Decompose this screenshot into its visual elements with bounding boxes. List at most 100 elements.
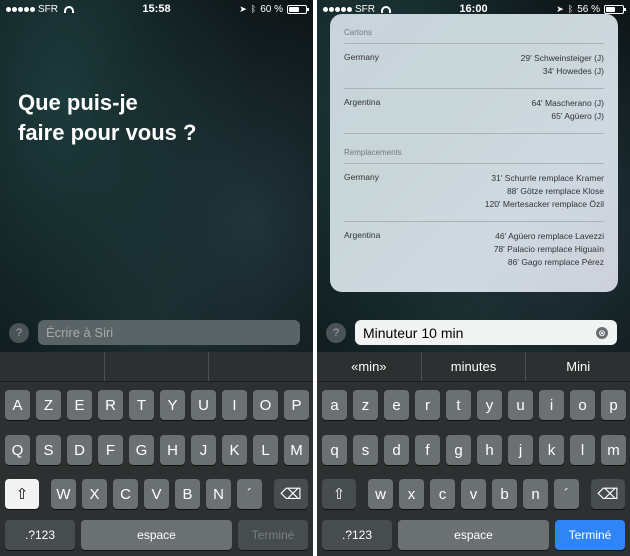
- numbers-key[interactable]: .?123: [5, 520, 75, 550]
- key-m[interactable]: m: [601, 435, 626, 465]
- key-h[interactable]: H: [160, 435, 185, 465]
- siri-input-row: ?: [0, 318, 313, 348]
- team-name: Germany: [344, 52, 379, 62]
- key-y[interactable]: Y: [160, 390, 185, 420]
- event-item: 88' Götze remplace Klose: [506, 186, 604, 196]
- siri-screen-2: SFR 16:00 ➤ ᛒ 56 % Cartons Germany 29' S…: [317, 0, 630, 556]
- key-o[interactable]: O: [253, 390, 278, 420]
- key-d[interactable]: d: [384, 435, 409, 465]
- delete-key[interactable]: ⌫: [274, 479, 308, 509]
- event-item: 78' Palacio remplace Higuaín: [493, 244, 604, 254]
- key-l[interactable]: L: [253, 435, 278, 465]
- key-b[interactable]: b: [492, 479, 517, 509]
- key-row-1: A Z E R T Y U I O P: [0, 390, 313, 420]
- numbers-key[interactable]: .?123: [322, 520, 392, 550]
- key-c[interactable]: C: [113, 479, 138, 509]
- key-w[interactable]: w: [368, 479, 393, 509]
- key-f[interactable]: F: [98, 435, 123, 465]
- key-row-4: .?123 espace Terminé: [0, 520, 313, 550]
- key-d[interactable]: D: [67, 435, 92, 465]
- key-b[interactable]: B: [175, 479, 200, 509]
- key-f[interactable]: f: [415, 435, 440, 465]
- event-list: 29' Schweinsteiger (J) 34' Howedes (J): [521, 52, 604, 78]
- key-m[interactable]: M: [284, 435, 309, 465]
- key-row-2: q s d f g h j k l m: [317, 435, 630, 465]
- key-w[interactable]: W: [51, 479, 76, 509]
- done-key[interactable]: Terminé: [238, 520, 308, 550]
- siri-prompt: Que puis-je faire pour vous ?: [18, 88, 218, 148]
- key-v[interactable]: v: [461, 479, 486, 509]
- clock: 15:58: [142, 3, 171, 15]
- key-c[interactable]: c: [430, 479, 455, 509]
- match-stats-card: Cartons Germany 29' Schweinsteiger (J) 3…: [330, 14, 618, 292]
- siri-text-input[interactable]: [38, 320, 300, 345]
- event-item: 65' Agüero (J): [551, 111, 604, 121]
- key-j[interactable]: J: [191, 435, 216, 465]
- key-n[interactable]: N: [206, 479, 231, 509]
- key-p[interactable]: P: [284, 390, 309, 420]
- key-r[interactable]: R: [98, 390, 123, 420]
- subs-section-title: Remplacements: [344, 133, 604, 157]
- siri-screen-1: SFR 15:58 ➤ ᛒ 60 % Que puis-je faire pou…: [0, 0, 313, 556]
- key-accent[interactable]: ´: [237, 479, 262, 509]
- key-l[interactable]: l: [570, 435, 595, 465]
- key-k[interactable]: K: [222, 435, 247, 465]
- battery-icon: [604, 4, 626, 14]
- shift-key[interactable]: ⇧: [5, 479, 39, 509]
- key-g[interactable]: g: [446, 435, 471, 465]
- key-e[interactable]: e: [384, 390, 409, 420]
- prediction-slot[interactable]: [105, 352, 210, 381]
- siri-text-input[interactable]: [355, 320, 617, 345]
- key-s[interactable]: S: [36, 435, 61, 465]
- key-a[interactable]: A: [5, 390, 30, 420]
- key-v[interactable]: V: [144, 479, 169, 509]
- key-o[interactable]: o: [570, 390, 595, 420]
- status-bar: SFR 15:58 ➤ ᛒ 60 %: [0, 0, 313, 18]
- help-icon[interactable]: ?: [9, 323, 29, 343]
- space-key[interactable]: espace: [398, 520, 549, 550]
- key-y[interactable]: y: [477, 390, 502, 420]
- key-t[interactable]: T: [129, 390, 154, 420]
- key-x[interactable]: x: [399, 479, 424, 509]
- key-s[interactable]: s: [353, 435, 378, 465]
- team-name: Argentina: [344, 230, 381, 240]
- prediction-3[interactable]: Mini: [526, 352, 630, 381]
- key-q[interactable]: q: [322, 435, 347, 465]
- key-e[interactable]: E: [67, 390, 92, 420]
- key-r[interactable]: r: [415, 390, 440, 420]
- team-name: Germany: [344, 172, 379, 182]
- key-h[interactable]: h: [477, 435, 502, 465]
- key-accent[interactable]: ´: [554, 479, 579, 509]
- space-key[interactable]: espace: [81, 520, 232, 550]
- subs-row: Germany 31' Schurrle remplace Kramer 88'…: [344, 163, 604, 221]
- prediction-slot[interactable]: [209, 352, 313, 381]
- done-key[interactable]: Terminé: [555, 520, 625, 550]
- event-list: 64' Mascherano (J) 65' Agüero (J): [532, 97, 605, 123]
- prediction-slot[interactable]: [0, 352, 105, 381]
- key-i[interactable]: i: [539, 390, 564, 420]
- prompt-line-1: Que puis-je: [18, 90, 138, 115]
- key-u[interactable]: u: [508, 390, 533, 420]
- key-q[interactable]: Q: [5, 435, 30, 465]
- key-n[interactable]: n: [523, 479, 548, 509]
- key-g[interactable]: G: [129, 435, 154, 465]
- event-item: 64' Mascherano (J): [531, 98, 605, 108]
- key-k[interactable]: k: [539, 435, 564, 465]
- key-t[interactable]: t: [446, 390, 471, 420]
- key-i[interactable]: I: [222, 390, 247, 420]
- key-z[interactable]: Z: [36, 390, 61, 420]
- help-icon[interactable]: ?: [326, 323, 346, 343]
- event-item: 34' Howedes (J): [542, 66, 604, 76]
- key-row-4: .?123 espace Terminé: [317, 520, 630, 550]
- shift-key[interactable]: ⇧: [322, 479, 356, 509]
- key-a[interactable]: a: [322, 390, 347, 420]
- key-u[interactable]: U: [191, 390, 216, 420]
- prediction-1[interactable]: «min»: [317, 352, 422, 381]
- clear-icon[interactable]: ⊗: [596, 327, 608, 339]
- key-x[interactable]: X: [82, 479, 107, 509]
- key-j[interactable]: j: [508, 435, 533, 465]
- delete-key[interactable]: ⌫: [591, 479, 625, 509]
- prediction-2[interactable]: minutes: [422, 352, 527, 381]
- key-p[interactable]: p: [601, 390, 626, 420]
- key-z[interactable]: z: [353, 390, 378, 420]
